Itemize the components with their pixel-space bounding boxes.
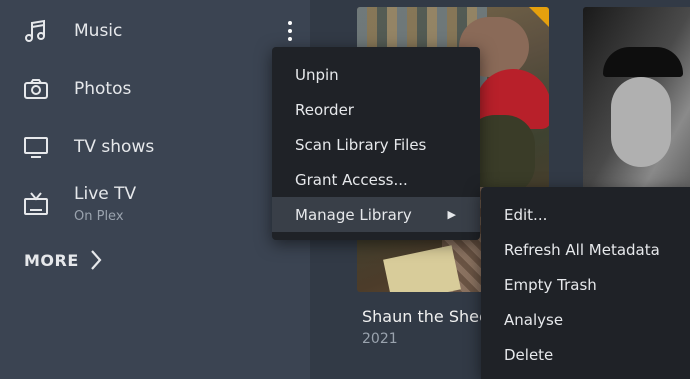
menu-item-label: Scan Library Files [295, 135, 427, 154]
menu-item-grant-access[interactable]: Grant Access... [272, 162, 480, 197]
sidebar: Music Photos TV shows Live TV On Plex MO… [0, 0, 310, 379]
menu-item-label: Edit... [504, 205, 548, 224]
more-options-icon[interactable] [280, 18, 300, 44]
media-title[interactable]: Shaun the Sheep [362, 307, 499, 326]
menu-item-label: Manage Library [295, 205, 412, 224]
menu-item-label: Unpin [295, 65, 339, 84]
submenu-arrow-icon: ▶ [447, 208, 456, 221]
menu-item-label: Reorder [295, 100, 354, 119]
sidebar-item-live-tv[interactable]: Live TV On Plex [0, 178, 310, 240]
poster-art [383, 245, 461, 292]
more-button[interactable]: MORE [24, 248, 103, 272]
context-menu: Unpin Reorder Scan Library Files Grant A… [272, 47, 480, 240]
menu-item-empty-trash[interactable]: Empty Trash [481, 267, 690, 302]
sidebar-item-music[interactable]: Music [0, 3, 310, 59]
menu-item-analyse[interactable]: Analyse [481, 302, 690, 337]
menu-item-refresh-all-metadata[interactable]: Refresh All Metadata [481, 232, 690, 267]
more-label: MORE [24, 250, 79, 270]
app-root: Music Photos TV shows Live TV On Plex MO… [0, 0, 690, 379]
chevron-right-icon [90, 250, 102, 270]
sidebar-item-label: Live TV [74, 184, 137, 204]
tv-antenna-icon [22, 190, 50, 218]
music-note-icon [22, 17, 50, 45]
sidebar-item-photos[interactable]: Photos [0, 61, 310, 117]
poster-art [611, 77, 671, 167]
sidebar-item-tv-shows[interactable]: TV shows [0, 119, 310, 175]
menu-item-label: Analyse [504, 310, 564, 329]
monitor-icon [22, 133, 50, 161]
menu-item-label: Delete [504, 345, 554, 364]
sidebar-item-label: Music [74, 21, 123, 41]
sidebar-item-label: TV shows [74, 137, 155, 157]
submenu-manage-library: Edit... Refresh All Metadata Empty Trash… [481, 187, 690, 379]
menu-item-edit[interactable]: Edit... [481, 197, 690, 232]
media-year: 2021 [362, 331, 398, 347]
sidebar-item-label: Photos [74, 79, 132, 99]
menu-item-scan-library-files[interactable]: Scan Library Files [272, 127, 480, 162]
menu-item-label: Grant Access... [295, 170, 408, 189]
unwatched-badge [529, 7, 549, 27]
menu-item-unpin[interactable]: Unpin [272, 57, 480, 92]
sidebar-item-sublabel: On Plex [74, 209, 124, 224]
menu-item-label: Empty Trash [504, 275, 597, 294]
poster-art [603, 47, 683, 77]
camera-icon [22, 75, 50, 103]
menu-item-reorder[interactable]: Reorder [272, 92, 480, 127]
menu-item-delete[interactable]: Delete [481, 337, 690, 372]
menu-item-manage-library[interactable]: Manage Library ▶ [272, 197, 480, 232]
menu-item-label: Refresh All Metadata [504, 240, 660, 259]
